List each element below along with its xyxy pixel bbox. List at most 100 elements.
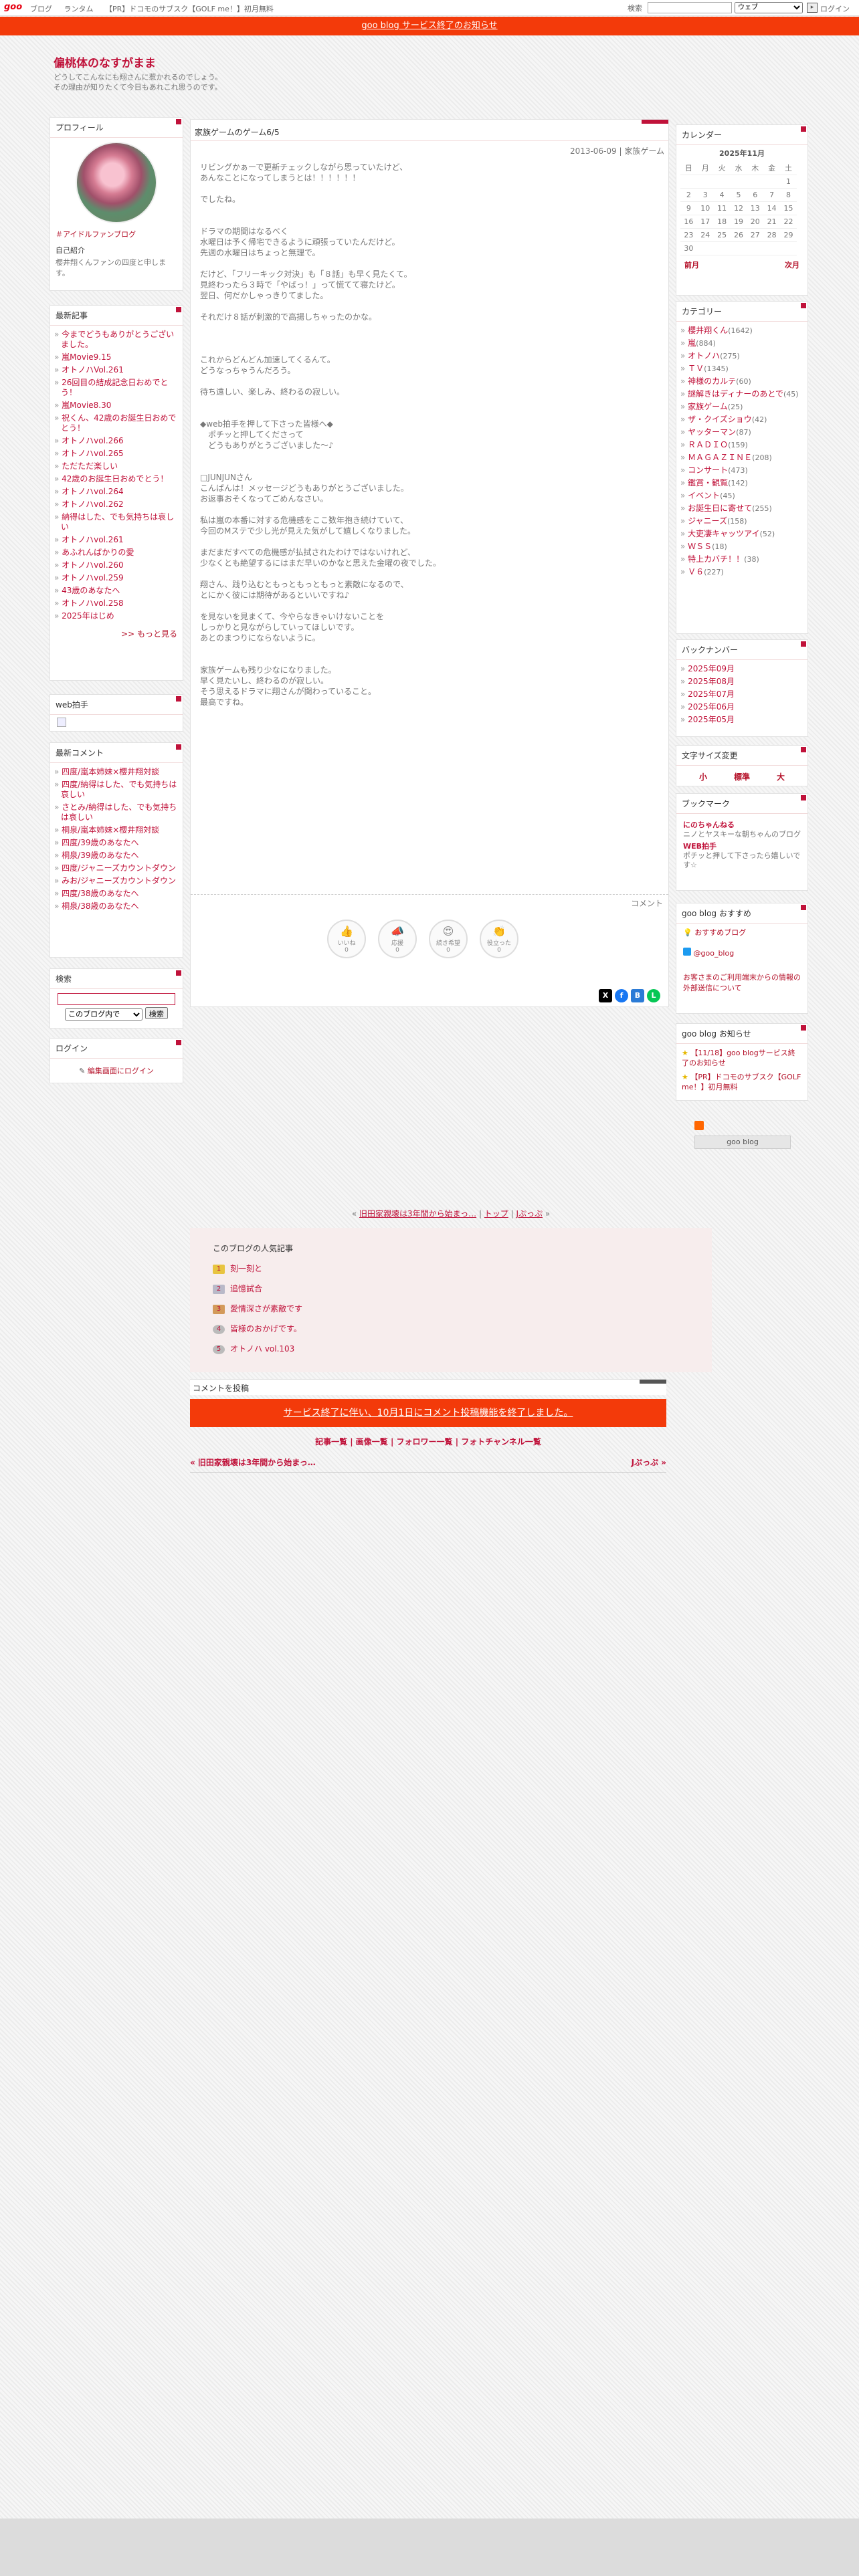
- recent-post-item[interactable]: ただただ楽しい: [54, 460, 179, 473]
- footer-prev[interactable]: « 旧田家親壊は3年間から始まっ…: [190, 1458, 316, 1467]
- popular-item[interactable]: 追憶試合: [230, 1284, 262, 1293]
- category-item[interactable]: ザ・クイズショウ(42): [680, 413, 803, 426]
- nav-next[interactable]: Jぷっぷ: [516, 1209, 543, 1218]
- calendar-day[interactable]: 30: [680, 241, 697, 255]
- notice-item[interactable]: 【11/18】goo blogサービス終了のお知らせ: [682, 1049, 795, 1067]
- reaction-button[interactable]: 📣 応援 0: [378, 920, 417, 958]
- comment-item[interactable]: 四度/38歳のあなたへ: [54, 887, 179, 900]
- calendar-day[interactable]: 21: [763, 215, 781, 229]
- rss-icon[interactable]: [694, 1121, 704, 1130]
- notice-item[interactable]: 【PR】ドコモのサブスク【GOLF me！】初月無料: [682, 1073, 801, 1091]
- calendar-prev[interactable]: 前月: [684, 259, 699, 270]
- category-item[interactable]: ＷＳＳ(18): [680, 540, 803, 553]
- blog-search-input[interactable]: [58, 993, 175, 1005]
- link-blog[interactable]: ブログ: [30, 5, 52, 13]
- category-item[interactable]: ジャニーズ(158): [680, 515, 803, 528]
- post-title[interactable]: 家族ゲームのゲーム6/5: [191, 120, 668, 141]
- calendar-day[interactable]: 24: [696, 228, 714, 242]
- font-normal[interactable]: 標準: [734, 771, 750, 782]
- notice-link[interactable]: goo blog サービス終了のお知らせ: [361, 21, 497, 31]
- category-item[interactable]: イベント(45): [680, 490, 803, 502]
- popular-item[interactable]: 刻一刻と: [230, 1264, 262, 1273]
- backnumber-item[interactable]: 2025年05月: [680, 714, 803, 726]
- category-item[interactable]: 神様のカルテ(60): [680, 375, 803, 388]
- category-item[interactable]: お誕生日に寄せて(255): [680, 502, 803, 515]
- facebook-share-icon[interactable]: f: [615, 989, 628, 1002]
- category-item[interactable]: ヤッターマン(87): [680, 426, 803, 439]
- nav-prev[interactable]: 旧田家親壊は3年間から始まっ…: [359, 1209, 476, 1218]
- calendar-day[interactable]: 1: [780, 175, 797, 189]
- admin-login-link[interactable]: 編集画面にログイン: [88, 1067, 154, 1075]
- font-large[interactable]: 大: [777, 771, 785, 782]
- more-link[interactable]: >> もっと見る: [121, 629, 177, 639]
- calendar-next[interactable]: 次月: [785, 259, 799, 270]
- recent-post-item[interactable]: オトノハvol.259: [54, 572, 179, 584]
- recent-post-item[interactable]: オトノハvol.260: [54, 559, 179, 572]
- calendar-day[interactable]: 8: [780, 188, 797, 202]
- search-scope-select[interactable]: ウェブ: [735, 2, 803, 13]
- comment-item[interactable]: さとみ/納得はした、でも気持ちは哀しい: [54, 801, 179, 824]
- category-item[interactable]: 櫻井翔くん(1642): [680, 324, 803, 337]
- backnumber-item[interactable]: 2025年09月: [680, 663, 803, 675]
- comment-item[interactable]: 四度/納得はした、でも気持ちは哀しい: [54, 778, 179, 801]
- backnumber-item[interactable]: 2025年07月: [680, 688, 803, 701]
- bookmark-name[interactable]: にのちゃんねる: [683, 821, 801, 830]
- nav-top[interactable]: トップ: [484, 1209, 508, 1218]
- recent-post-item[interactable]: オトノハVol.261: [54, 364, 179, 377]
- comment-closed-link[interactable]: サービス終了に伴い、10月1日にコメント投稿機能を終了しました。: [284, 1408, 573, 1418]
- recent-post-item[interactable]: 嵐Movie9.15: [54, 351, 179, 364]
- calendar-day[interactable]: 7: [763, 188, 781, 202]
- popular-item[interactable]: 皆様のおかげです。: [230, 1324, 302, 1333]
- recent-post-item[interactable]: 2025年はじめ: [54, 610, 179, 623]
- recent-post-item[interactable]: 嵐Movie8.30: [54, 399, 179, 412]
- blog-search-scope[interactable]: このブログ内で: [65, 1008, 143, 1021]
- category-item[interactable]: 大吏凄キャッツアイ(52): [680, 528, 803, 540]
- popular-item[interactable]: 愛情深さが素敵です: [230, 1304, 302, 1313]
- recent-post-item[interactable]: オトノハvol.266: [54, 435, 179, 447]
- calendar-day[interactable]: 10: [696, 201, 714, 215]
- comment-item[interactable]: 四度/ジャニーズカウントダウン: [54, 862, 179, 875]
- recent-post-item[interactable]: 43歳のあなたへ: [54, 584, 179, 597]
- recent-post-item[interactable]: あふれんばかりの愛: [54, 546, 179, 559]
- recent-post-item[interactable]: 納得はした、でも気持ちは哀しい: [54, 511, 179, 534]
- recent-post-item[interactable]: オトノハvol.258: [54, 597, 179, 610]
- line-share-icon[interactable]: L: [647, 989, 660, 1002]
- reaction-button[interactable]: 👍 いいね 0: [327, 920, 366, 958]
- calendar-day[interactable]: 2: [680, 188, 697, 202]
- category-item[interactable]: ＴＶ(1345): [680, 362, 803, 375]
- popular-item[interactable]: オトノハ vol.103: [230, 1344, 294, 1354]
- calendar-day[interactable]: 17: [696, 215, 714, 229]
- calendar-day[interactable]: 19: [730, 215, 747, 229]
- calendar-day[interactable]: 14: [763, 201, 781, 215]
- calendar-day[interactable]: 6: [747, 188, 764, 202]
- category-item[interactable]: Ｖ６(227): [680, 566, 803, 578]
- calendar-day[interactable]: 3: [696, 188, 714, 202]
- comment-item[interactable]: 桐泉/39歳のあなたへ: [54, 849, 179, 862]
- calendar-day[interactable]: 11: [713, 201, 731, 215]
- font-small[interactable]: 小: [699, 771, 707, 782]
- search-go-icon[interactable]: ▸: [807, 3, 818, 13]
- footer-links[interactable]: 記事一覧 | 画像一覧 | フォロワー一覧 | フォトチャンネル一覧: [190, 1436, 666, 1447]
- calendar-day[interactable]: 22: [780, 215, 797, 229]
- calendar-day[interactable]: 23: [680, 228, 697, 242]
- hatena-share-icon[interactable]: B: [631, 989, 644, 1002]
- calendar-day[interactable]: 26: [730, 228, 747, 242]
- blog-search-button[interactable]: 検索: [145, 1007, 168, 1019]
- link-random[interactable]: ランタム: [64, 5, 94, 13]
- calendar-day[interactable]: 16: [680, 215, 697, 229]
- footer-next[interactable]: Jぷっぷ »: [632, 1457, 666, 1468]
- category-item[interactable]: 特上カバチ！！(38): [680, 553, 803, 566]
- goo-logo[interactable]: goo: [4, 2, 22, 12]
- privacy-link[interactable]: お客さまのご利用端末からの情報の外部送信について: [683, 973, 801, 992]
- category-item[interactable]: ＭＡＧＡＺＩＮＥ(208): [680, 451, 803, 464]
- calendar-day[interactable]: 28: [763, 228, 781, 242]
- reaction-button[interactable]: 😍 続き希望 0: [429, 920, 468, 958]
- recent-post-item[interactable]: 祝くん、42歳のお誕生日おめでとう！: [54, 412, 179, 435]
- comment-item[interactable]: みお/ジャニーズカウントダウン: [54, 875, 179, 887]
- comment-link[interactable]: コメント: [631, 897, 663, 909]
- category-item[interactable]: オトノハ(275): [680, 350, 803, 362]
- category-item[interactable]: 鑑賞・観覧(142): [680, 477, 803, 490]
- backnumber-item[interactable]: 2025年08月: [680, 675, 803, 688]
- comment-item[interactable]: 四度/39歳のあなたへ: [54, 837, 179, 849]
- fan-blog-link[interactable]: ＃アイドルファンブログ: [56, 230, 136, 239]
